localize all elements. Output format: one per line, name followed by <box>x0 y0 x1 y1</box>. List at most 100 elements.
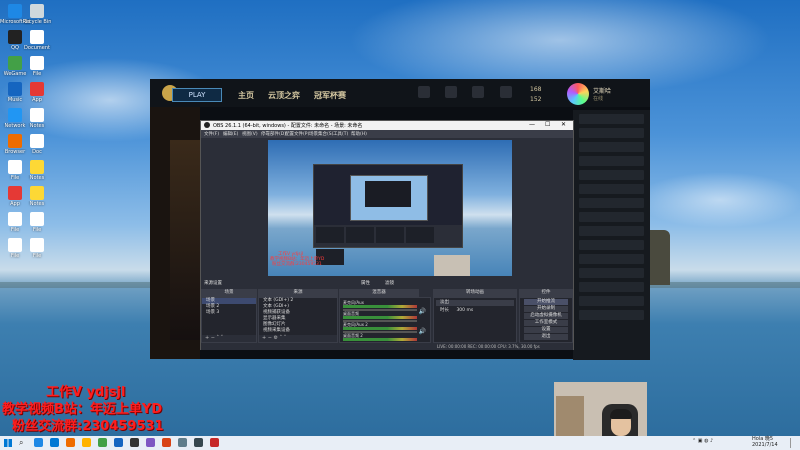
source-item[interactable]: 视频采集设备 <box>259 328 337 334</box>
game-nav-home[interactable]: 主页 <box>238 90 254 101</box>
show-desktop-button[interactable] <box>790 438 796 448</box>
desktop-icon-label: Doc <box>32 149 42 155</box>
close-button[interactable]: ✕ <box>561 121 566 129</box>
desktop-app-icon <box>8 108 22 122</box>
overlay-line-group: 粉丝交流群:230459531 <box>12 419 164 434</box>
desktop-app-icon <box>8 212 22 226</box>
filters-button[interactable]: 滤镜 <box>385 280 394 286</box>
game-store-icon[interactable] <box>500 86 512 98</box>
game-nav-cup[interactable]: 冠军杯赛 <box>314 90 346 101</box>
obs-titlebar[interactable]: OBS 26.1.1 (64-bit, windows) - 配置文件: 未命名… <box>201 121 573 130</box>
game-nav-tft[interactable]: 云顶之弈 <box>268 90 300 101</box>
start-streaming-button[interactable]: 开始推流 <box>524 299 568 305</box>
mixer-channel[interactable]: 桌面音频 2 <box>343 333 417 341</box>
desktop-app-icon <box>8 56 22 70</box>
menu-scene-collection[interactable]: 场景集合(S) <box>309 131 333 137</box>
mixer-channel[interactable]: 麦克风/Aux 2 <box>343 322 417 333</box>
desktop-app-icon <box>30 4 44 18</box>
volume-meter <box>343 305 417 308</box>
game-profile-name: 艾斯哈 <box>593 88 612 95</box>
taskbar-app-icon[interactable] <box>130 438 139 447</box>
taskbar-app-icon[interactable] <box>98 438 107 447</box>
desktop-icon[interactable]: Notes <box>22 160 52 181</box>
mixer-channel[interactable]: 麦克风/Aux <box>343 300 417 311</box>
game-profile-icon[interactable] <box>418 86 430 98</box>
desktop-icon[interactable]: File <box>22 56 52 77</box>
obs-logo-icon <box>204 122 210 128</box>
taskbar-app-icon[interactable] <box>178 438 187 447</box>
obs-menubar: 文件(F) 编辑(E) 视图(V) 停靠部件(D) 配置文件(P) 场景集合(S… <box>201 130 573 138</box>
menu-docks[interactable]: 停靠部件(D) <box>261 131 286 137</box>
game-profile-status: 在线 <box>593 96 604 102</box>
maximize-button[interactable]: ☐ <box>545 121 550 129</box>
taskbar-app-icon[interactable] <box>34 438 43 447</box>
desktop-icon-label: App <box>32 97 42 103</box>
desktop-icon[interactable]: App <box>22 82 52 103</box>
transition-duration-value[interactable]: 300 ms <box>456 308 473 313</box>
menu-help[interactable]: 帮助(H) <box>351 131 367 137</box>
desktop-icon[interactable]: File <box>22 238 52 259</box>
desktop-app-icon <box>30 134 44 148</box>
volume-meter <box>343 327 417 330</box>
nested-obs-capture <box>313 164 463 265</box>
menu-view[interactable]: 视图(V) <box>242 131 258 137</box>
transitions-dock: 淡出 时长 300 ms <box>433 297 517 343</box>
desktop-icon[interactable]: Document <box>22 30 52 51</box>
transition-type-select[interactable]: 淡出 <box>436 300 514 306</box>
scene-dock-toolbar[interactable]: + − ˄ ˅ <box>202 335 256 342</box>
game-friends-panel[interactable] <box>573 110 650 360</box>
game-collection-icon[interactable] <box>445 86 457 98</box>
minimize-button[interactable]: — <box>529 121 535 129</box>
desktop-icon[interactable]: Notes <box>22 186 52 207</box>
transition-duration[interactable]: 时长 300 ms <box>436 308 514 314</box>
taskbar-app-icon[interactable] <box>210 438 219 447</box>
game-play-button[interactable]: PLAY <box>172 88 222 102</box>
game-loot-icon[interactable] <box>472 86 484 98</box>
start-button-icon[interactable] <box>4 439 12 447</box>
transition-duration-label: 时长 <box>440 308 449 313</box>
desktop-app-icon <box>30 56 44 70</box>
taskbar-app-icon[interactable] <box>114 438 123 447</box>
scenes-dock-header: 场景 <box>201 289 257 297</box>
controls-dock: 开始推流 开始录制 启动虚拟摄像机 工作室模式 设置 退出 <box>519 297 573 343</box>
desktop-icon[interactable]: Recycle Bin <box>22 4 52 25</box>
settings-button[interactable]: 设置 <box>524 327 568 333</box>
obs-window[interactable]: OBS 26.1.1 (64-bit, windows) - 配置文件: 未命名… <box>200 120 574 350</box>
source-dock-toolbar[interactable]: + − ⚙ ˄ ˅ <box>259 335 337 342</box>
taskbar-app-icon[interactable] <box>66 438 75 447</box>
desktop-icon-label: Notes <box>29 175 45 181</box>
taskbar-app-icon[interactable] <box>194 438 203 447</box>
menu-profile[interactable]: 配置文件(P) <box>285 131 309 137</box>
desktop-app-icon <box>30 30 44 44</box>
studio-mode-button[interactable]: 工作室模式 <box>524 320 568 326</box>
exit-button[interactable]: 退出 <box>524 334 568 340</box>
game-avatar[interactable] <box>567 83 589 105</box>
tray-date[interactable]: 2021/7/14 <box>752 443 778 448</box>
taskbar-app-icon[interactable] <box>162 438 171 447</box>
desktop-icon[interactable]: File <box>22 212 52 233</box>
properties-button[interactable]: 属性 <box>361 280 370 286</box>
virtual-camera-button[interactable]: 启动虚拟摄像机 <box>524 313 568 319</box>
speaker-icon[interactable]: 🔊 <box>419 328 426 335</box>
webcam-shelf <box>556 396 584 436</box>
taskbar-app-icon[interactable] <box>146 438 155 447</box>
obs-status-text: LIVE: 00:00:00 REC: 00:00:00 CPU: 3.7%, … <box>437 344 540 349</box>
desktop-icon[interactable]: Doc <box>22 134 52 155</box>
menu-tools[interactable]: 工具(T) <box>333 131 348 137</box>
search-icon[interactable]: ⌕ <box>19 438 29 448</box>
desktop-app-icon <box>30 238 44 252</box>
speaker-icon[interactable]: 🔊 <box>419 308 426 315</box>
scene-item[interactable]: 场景 3 <box>202 310 256 316</box>
taskbar-app-icon[interactable] <box>82 438 91 447</box>
menu-file[interactable]: 文件(F) <box>204 131 219 137</box>
mixer-dock-header: 混音器 <box>339 289 419 297</box>
menu-edit[interactable]: 编辑(E) <box>223 131 238 137</box>
taskbar: ⌕ ⌃ ▣ ◍ ♪ Hola 晚5 2021/7/14 <box>0 436 800 450</box>
desktop-app-icon <box>8 30 22 44</box>
taskbar-app-icon[interactable] <box>50 438 59 447</box>
tray-icons[interactable]: ⌃ ▣ ◍ ♪ <box>692 439 713 444</box>
mixer-channel[interactable]: 桌面音频 <box>343 311 417 322</box>
obs-preview-canvas[interactable]: 工作V ydjsjl 教学视频B站：年迈上单YD 粉丝交流群:230459531 <box>268 140 512 276</box>
start-recording-button[interactable]: 开始录制 <box>524 306 568 312</box>
desktop-icon[interactable]: Notes <box>22 108 52 129</box>
